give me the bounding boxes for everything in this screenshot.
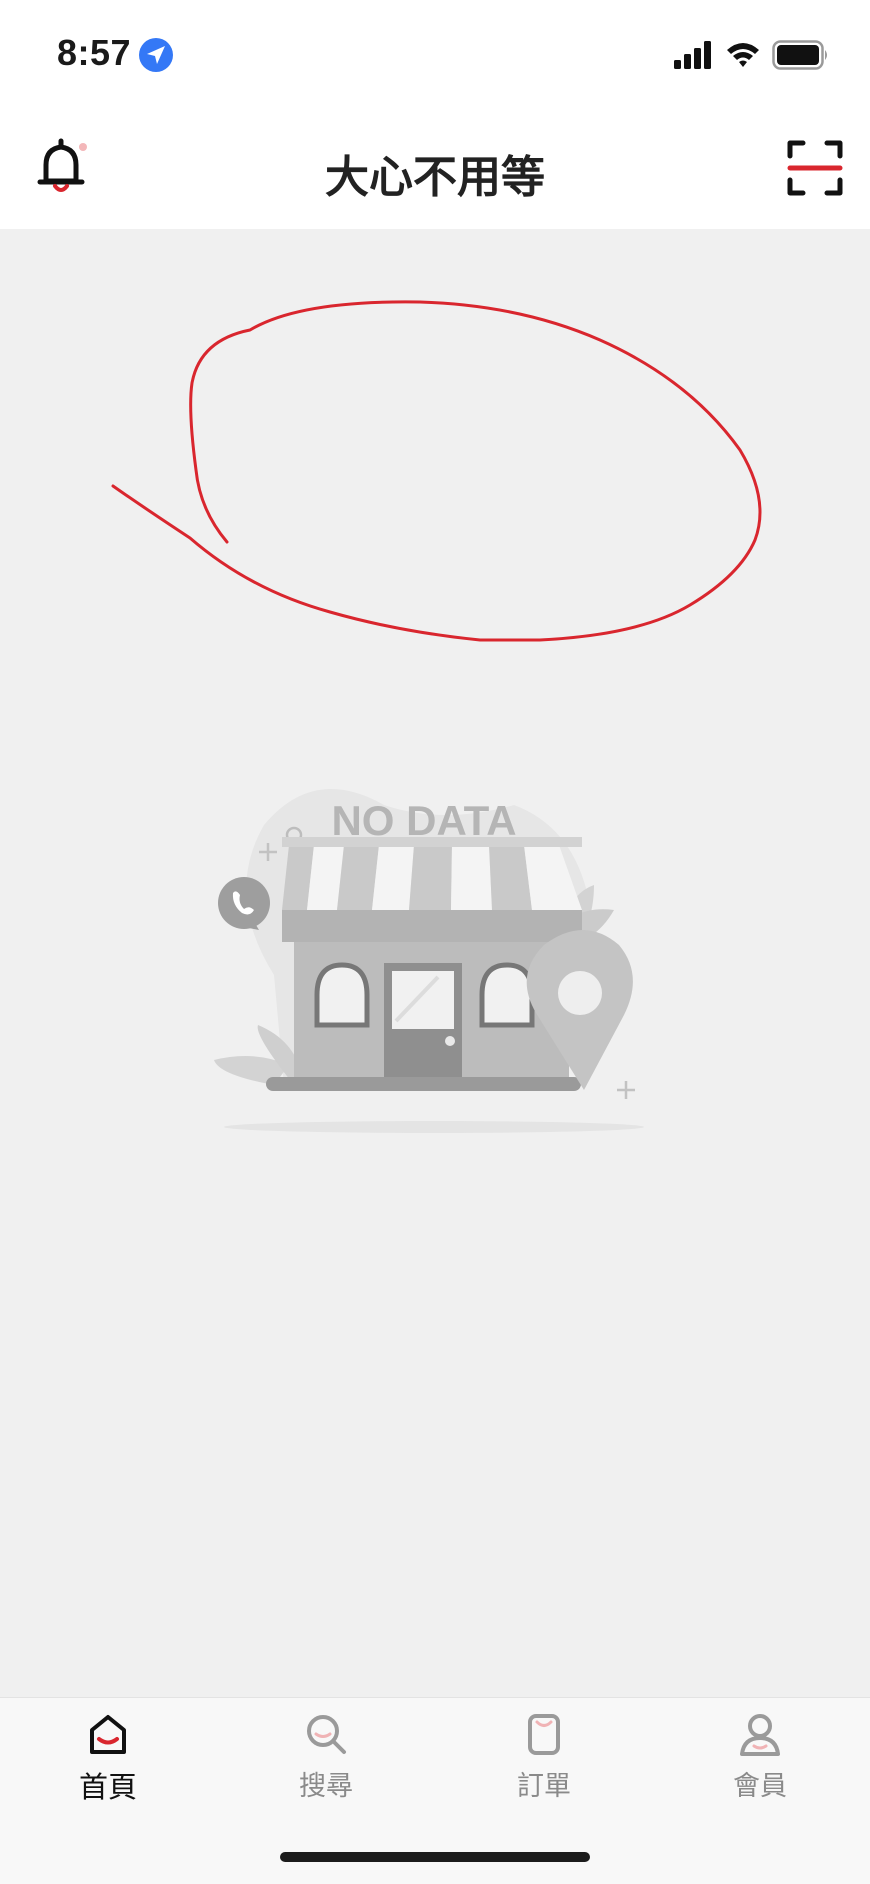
empty-state-text: NO DATA xyxy=(331,797,516,844)
wifi-icon xyxy=(727,43,759,67)
home-indicator xyxy=(280,1852,590,1862)
tab-search-label: 搜尋 xyxy=(299,1771,353,1802)
status-bar: 8:57 xyxy=(0,0,870,110)
empty-state-illustration: NO DATA xyxy=(214,789,644,1133)
scan-icon[interactable] xyxy=(787,140,843,196)
tab-orders[interactable]: 訂單 xyxy=(484,1712,604,1812)
cellular-signal-icon xyxy=(674,41,711,69)
status-time: 8:57 xyxy=(57,32,132,73)
tab-member[interactable]: 會員 xyxy=(700,1712,820,1812)
battery-icon xyxy=(772,40,827,70)
tab-home-label: 首頁 xyxy=(78,1770,137,1804)
home-icon xyxy=(90,1715,126,1754)
orders-bag-icon xyxy=(528,1714,560,1755)
member-icon xyxy=(740,1714,780,1756)
tab-search[interactable]: 搜尋 xyxy=(266,1712,386,1812)
tab-orders-label: 訂單 xyxy=(517,1771,571,1802)
search-icon xyxy=(307,1715,346,1754)
page-title: 大心不用等 xyxy=(325,152,545,203)
tab-member-label: 會員 xyxy=(733,1771,787,1802)
location-arrow-icon xyxy=(139,38,173,72)
tab-home[interactable]: 首頁 xyxy=(48,1712,168,1812)
